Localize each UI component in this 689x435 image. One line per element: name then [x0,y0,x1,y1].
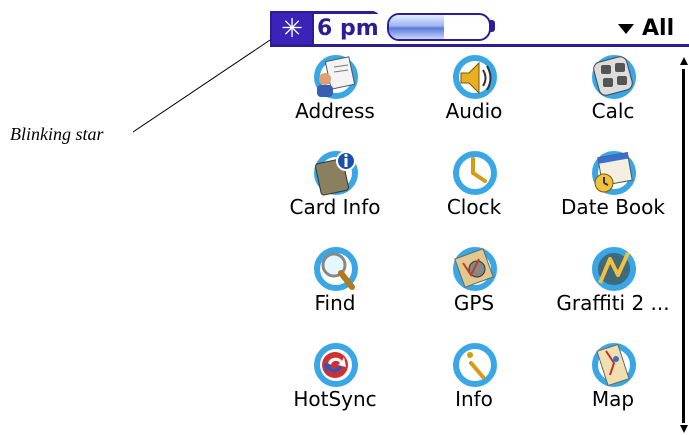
app-audio[interactable]: Audio [409,47,539,143]
map-icon [592,343,636,387]
scroll-down-arrow-icon[interactable] [680,425,688,433]
title-bar: ✳ 6 pm All [270,11,689,47]
app-clock[interactable]: Clock [409,143,539,239]
app-label: Address [295,99,375,123]
app-label: Map [591,387,635,411]
app-label: Audio [445,99,503,123]
star-icon: ✳ [281,14,303,44]
app-calc[interactable]: Calc [548,47,678,143]
app-address[interactable]: Address [270,47,400,143]
app-label: HotSync [293,387,377,411]
clock-icon [453,151,497,195]
info-icon [453,343,497,387]
clock-time[interactable]: 6 pm [314,14,381,44]
find-icon [314,247,358,291]
app-label: GPS [453,291,495,315]
app-info[interactable]: Info [409,335,539,431]
app-card-info[interactable]: Card Info [270,143,400,239]
vertical-scrollbar[interactable] [678,57,689,435]
hotsync-icon [314,343,358,387]
blinking-star[interactable]: ✳ [272,13,312,45]
battery-fill [389,15,444,39]
scroll-up-arrow-icon[interactable] [680,57,688,65]
category-dropdown[interactable]: All [618,15,674,43]
app-label: Clock [446,195,502,219]
app-find[interactable]: Find [270,239,400,335]
app-label: Calc [591,99,635,123]
app-date-book[interactable]: Date Book [548,143,678,239]
app-map[interactable]: Map [548,335,678,431]
app-label: Graffiti 2 ... [556,291,670,315]
gps-icon [453,247,497,291]
battery-gauge [387,13,495,41]
scroll-track[interactable] [682,69,685,423]
app-label: Card Info [289,195,381,219]
graffiti-icon [592,247,636,291]
audio-icon [453,55,497,99]
title-tab: ✳ 6 pm [270,11,381,47]
category-label: All [642,16,675,41]
date-book-icon [592,151,636,195]
app-label: Date Book [561,195,665,219]
app-grid: Address Audio Calc Card Info Clock Date … [270,47,678,435]
dropdown-triangle-icon [618,24,634,34]
card-info-icon [314,151,358,196]
address-icon [314,55,358,99]
app-label: Info [455,387,493,411]
app-label: Find [314,291,356,315]
app-gps[interactable]: GPS [409,239,539,335]
palm-screen: ✳ 6 pm All Address Audio Calc Card Info … [270,11,689,435]
app-graffiti[interactable]: Graffiti 2 ... [548,239,678,335]
calc-icon [592,55,636,99]
app-hotsync[interactable]: HotSync [270,335,400,431]
